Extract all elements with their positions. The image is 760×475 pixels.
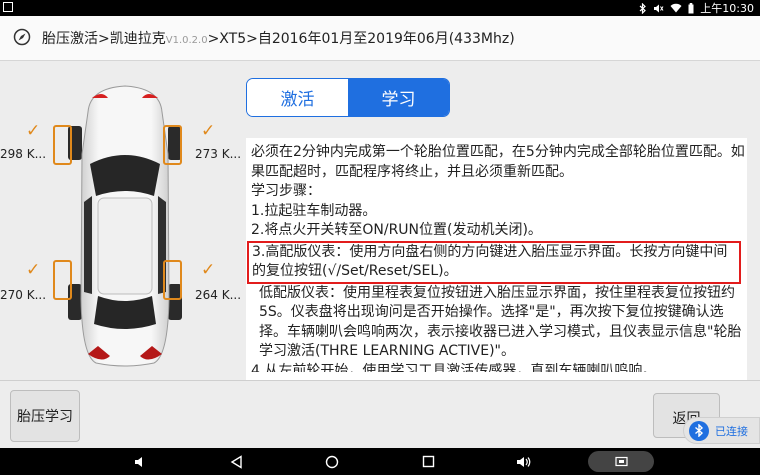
cut-off-line: 4.从左前轮开始，使用学习工具激活传感器，直到车辆喇叭鸣响。	[246, 362, 747, 372]
tab-learn[interactable]: 学习	[348, 79, 449, 116]
tpms-learn-button[interactable]: 胎压学习	[10, 390, 80, 442]
tire-front-left-indicator[interactable]	[53, 125, 72, 165]
volume-up-icon[interactable]	[512, 448, 536, 475]
tire-pressure-rear-left: 270 K...	[0, 288, 47, 302]
step-4-partial: 4.从左前轮开始，使用学习工具激活传感器，直到车辆喇叭鸣响。	[251, 362, 657, 372]
compass-icon	[13, 28, 31, 46]
bluetooth-icon	[639, 2, 647, 14]
recents-nav-icon[interactable]	[416, 448, 440, 475]
header-bar: 胎压激活>凯迪拉克V1.0.2.0>XT5>自2016年01月至2019年06月…	[0, 16, 760, 61]
tab-activate[interactable]: 激活	[247, 79, 348, 116]
clock: 上午10:30	[700, 2, 754, 15]
title-rest: >XT5>自2016年01月至2019年06月(433Mhz)	[207, 31, 515, 47]
instructions-panel[interactable]: 必须在2分钟内完成第一个轮胎位置匹配，在5分钟内完成全部轮胎位置匹配。如果匹配超…	[246, 138, 747, 380]
check-icon-rear-right: ✓	[201, 260, 216, 280]
step-1: 1.拉起驻车制动器。	[251, 202, 377, 219]
back-nav-icon[interactable]	[224, 448, 248, 475]
window-icon	[3, 2, 13, 12]
tire-pressure-front-right: 273 K...	[195, 147, 242, 161]
tire-front-right-indicator[interactable]	[163, 125, 182, 165]
mute-icon	[654, 4, 664, 12]
bottom-action-bar: 胎压学习 返回	[0, 380, 760, 449]
tire-pressure-front-left: 298 K...	[0, 147, 47, 161]
battery-icon	[688, 2, 694, 13]
mode-tabs: 激活 学习	[246, 78, 450, 117]
bluetooth-status-text: 已连接	[715, 424, 748, 438]
screenshot-icon	[614, 456, 628, 467]
breadcrumb-title: 胎压激活>凯迪拉克V1.0.2.0>XT5>自2016年01月至2019年06月…	[42, 28, 515, 48]
steps-heading: 学习步骤：	[251, 183, 321, 199]
home-nav-icon[interactable]	[320, 448, 344, 475]
tire-rear-right-indicator[interactable]	[163, 260, 182, 300]
step-3: 3.高配版仪表：使用方向盘右侧的方向键进入胎压显示界面。长按方向键中间的复位按钮…	[252, 243, 728, 280]
low-config-instructions: 低配版仪表：使用里程表复位按钮进入胎压显示界面，按住里程表复位按钮约5S。仪表盘…	[259, 284, 742, 360]
step-2: 2.将点火开关转至ON/RUN位置(发动机关闭)。	[251, 222, 542, 238]
check-icon-rear-left: ✓	[26, 260, 41, 280]
status-icons: 上午10:30	[639, 0, 754, 16]
instruction-intro: 必须在2分钟内完成第一个轮胎位置匹配，在5分钟内完成全部轮胎位置匹配。如果匹配超…	[251, 144, 745, 180]
check-icon-front-right: ✓	[201, 121, 216, 141]
bluetooth-icon	[689, 420, 709, 441]
tire-pressure-rear-right: 264 K...	[195, 288, 242, 302]
wifi-icon	[670, 3, 682, 13]
volume-down-icon[interactable]	[128, 448, 152, 475]
car-diagram: ✓ ✓ ✓ ✓ 298 K... 273 K... 270 K... 264 K…	[0, 61, 245, 379]
bluetooth-status-badge[interactable]: 已连接	[683, 417, 760, 444]
title-version: V1.0.2.0	[165, 35, 208, 46]
status-bar: 上午10:30	[0, 0, 760, 16]
highlighted-step: 3.高配版仪表：使用方向盘右侧的方向键进入胎压显示界面。长按方向键中间的复位按钮…	[247, 240, 741, 284]
screenshot-button[interactable]	[588, 451, 654, 472]
check-icon-front-left: ✓	[26, 121, 41, 141]
tire-rear-left-indicator[interactable]	[53, 260, 72, 300]
title-main: 胎压激活>凯迪拉克	[42, 31, 166, 47]
